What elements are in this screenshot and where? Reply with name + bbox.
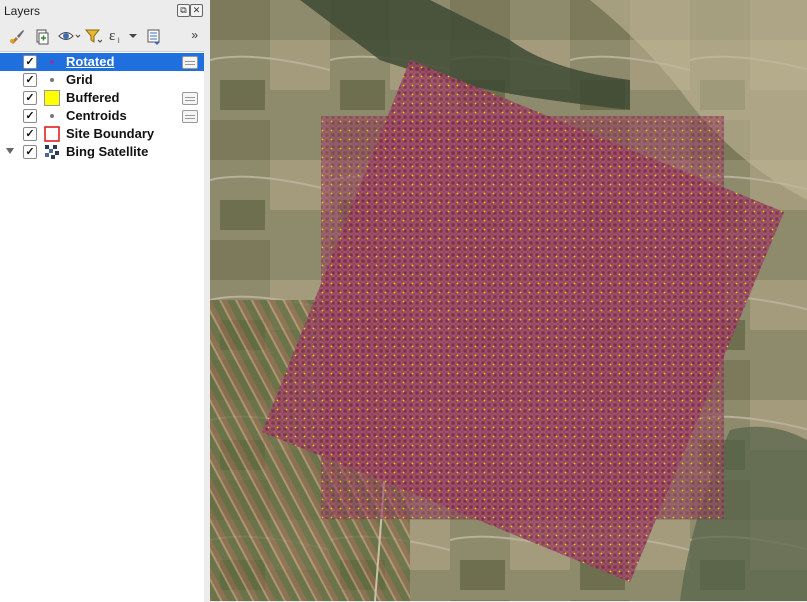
map-canvas[interactable] bbox=[210, 0, 807, 601]
filter-expression-button[interactable]: ε l bbox=[106, 25, 142, 47]
filter-legend-button[interactable] bbox=[82, 25, 104, 47]
filter-icon bbox=[84, 29, 102, 43]
layer-label: Bing Satellite bbox=[66, 144, 149, 159]
layer-visibility-checkbox[interactable]: ✓ bbox=[23, 91, 37, 105]
point-symbol-icon bbox=[50, 60, 54, 64]
editable-layer-icon bbox=[182, 110, 198, 123]
raster-symbol-icon bbox=[45, 145, 59, 159]
layer-visibility-checkbox[interactable]: ✓ bbox=[23, 145, 37, 159]
layer-visibility-checkbox[interactable]: ✓ bbox=[23, 127, 37, 141]
layers-toolbar: ε l » bbox=[0, 22, 204, 50]
svg-text:ε: ε bbox=[109, 28, 115, 44]
layer-label: Site Boundary bbox=[66, 126, 155, 141]
add-group-button[interactable] bbox=[31, 25, 53, 47]
manage-visibility-button[interactable] bbox=[56, 25, 82, 47]
layer-row-centroids[interactable]: ✓ Centroids bbox=[0, 107, 204, 125]
layer-visibility-checkbox[interactable]: ✓ bbox=[23, 55, 37, 69]
collapse-all-button[interactable] bbox=[143, 25, 165, 47]
svg-text:l: l bbox=[118, 38, 120, 45]
layer-row-buffered[interactable]: ✓ Buffered bbox=[0, 89, 204, 107]
editable-layer-icon bbox=[182, 92, 198, 105]
eye-icon bbox=[58, 32, 81, 40]
point-symbol-icon bbox=[50, 114, 54, 118]
close-icon[interactable]: ✕ bbox=[190, 4, 203, 17]
layer-label: Rotated bbox=[66, 54, 115, 69]
map-render bbox=[210, 0, 807, 601]
expand-arrow-icon[interactable] bbox=[6, 148, 14, 154]
layer-row-bing-satellite[interactable]: ✓ Bing Satellite bbox=[0, 143, 204, 161]
yellow-fill-symbol-icon bbox=[44, 90, 60, 106]
expression-icon: ε l bbox=[109, 28, 137, 45]
paintbrush-icon bbox=[10, 30, 24, 44]
panel-title: Layers bbox=[4, 4, 41, 18]
layer-visibility-checkbox[interactable]: ✓ bbox=[23, 109, 37, 123]
point-symbol-icon bbox=[50, 78, 54, 82]
add-group-icon bbox=[36, 29, 49, 45]
layer-row-grid[interactable]: ✓ Grid bbox=[0, 71, 204, 89]
restore-icon[interactable]: ⧉ bbox=[177, 4, 190, 17]
grid-layer bbox=[321, 116, 724, 519]
layer-label: Grid bbox=[66, 72, 93, 87]
editable-layer-icon bbox=[182, 56, 198, 69]
layer-row-rotated[interactable]: ✓ Rotated bbox=[0, 53, 204, 71]
layer-row-site-boundary[interactable]: ✓ Site Boundary bbox=[0, 125, 204, 143]
layer-label: Buffered bbox=[66, 90, 120, 105]
red-outline-symbol-icon bbox=[44, 126, 60, 142]
layers-panel: Layers ⧉ ✕ ε l » ✓ Rotated ✓ Grid ✓ Buff… bbox=[0, 0, 204, 602]
layer-tree: ✓ Rotated ✓ Grid ✓ Buffered ✓ Centroids … bbox=[0, 51, 204, 602]
collapse-icon bbox=[147, 29, 160, 45]
style-manager-button[interactable] bbox=[6, 25, 28, 47]
layer-label: Centroids bbox=[66, 108, 127, 123]
more-tools-icon[interactable]: » bbox=[191, 28, 198, 42]
layer-visibility-checkbox[interactable]: ✓ bbox=[23, 73, 37, 87]
